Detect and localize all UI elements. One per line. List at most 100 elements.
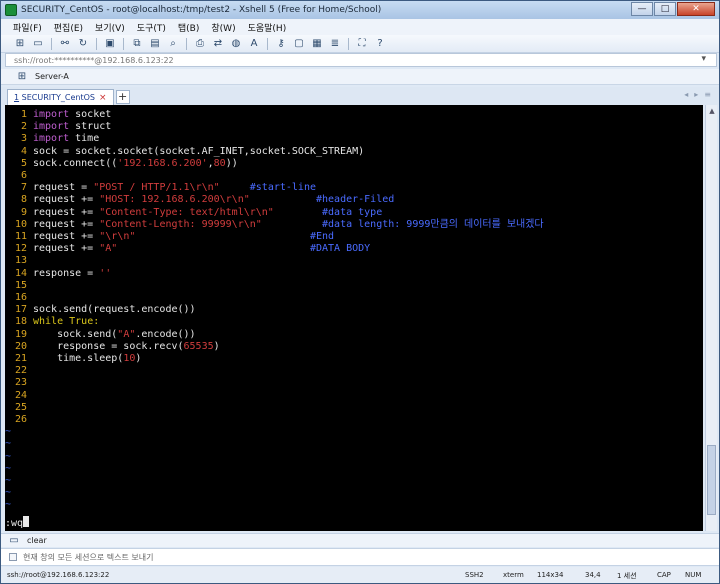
tab-close-icon[interactable]: × [99,93,107,103]
code-line: 24 [5,390,33,402]
toolbar-divider [267,37,268,50]
quick-command-clear[interactable]: clear [27,536,47,545]
open-folder-icon[interactable]: ▭ [31,37,45,50]
toolbar-divider [51,37,52,50]
code-token: sock.send(request.encode()) [33,304,196,316]
scroll-up-icon[interactable]: ▲ [706,105,718,117]
menu-view[interactable]: 보기(V) [95,21,125,34]
menu-window[interactable]: 창(W) [211,21,235,34]
status-sessions: 1 세션 [617,572,637,580]
empty-line-tilde: ~ [5,450,12,462]
tab-menu-icon[interactable]: ≡ [704,90,711,99]
session-manager-icon[interactable]: ⊞ [15,70,29,83]
print-icon[interactable]: ⎙ [193,37,207,50]
terminal-area[interactable]: 1 import socket 2 import struct 3 import time… [5,105,703,531]
properties-icon[interactable]: ▣ [103,37,117,50]
tab-prev-icon[interactable]: ◂ [684,90,688,99]
maximize-button[interactable]: □ [654,2,676,16]
code-line: 18 while True: [5,316,99,328]
code-line: 11 request += "\r\n" #End [5,231,334,243]
terminal-scrollbar[interactable]: ▲ [705,105,717,531]
line-number: 1 [20,109,27,120]
code-token: 80 [213,157,226,169]
code-token: sock.send( [33,328,118,340]
code-token: 65535 [183,340,214,352]
font-icon[interactable]: A [247,37,261,50]
menu-tools[interactable]: 도구(T) [137,21,166,34]
transfer-icon[interactable]: ⇄ [211,37,225,50]
session-bar: ⊞ Server-A [1,69,719,85]
code-token: response = sock.recv( [33,340,184,352]
line-number: 3 [20,133,27,145]
address-bar[interactable]: ssh://root:**********@192.168.6.123:22 ▾ [5,53,717,67]
script-icon[interactable]: ≣ [328,37,342,50]
close-button[interactable]: ✕ [677,2,715,16]
code-token: request += [33,206,100,218]
find-icon[interactable]: ⌕ [166,37,180,50]
menu-tab[interactable]: 탭(B) [178,21,199,34]
tab-security-centos[interactable]: 1 SECURITY_CentOS × [7,89,114,105]
vim-command-text: :wq [5,517,24,529]
code-line: 25 [5,402,33,414]
chevron-down-icon[interactable]: ▾ [701,54,706,64]
line-number: 2 [20,121,27,133]
code-token: "A" [117,328,136,340]
title-bar: SECURITY_CentOS - root@localhost:/tmp/te… [1,1,719,19]
code-token: '192.168.6.200' [117,157,208,169]
line-number: 6 [20,170,27,181]
code-line: 4 sock = socket.socket(socket.AF_INET,soc… [5,146,364,158]
line-number: 20 [14,340,27,352]
line-number: 4 [20,145,27,157]
tab-next-icon[interactable]: ▸ [694,90,698,99]
key-icon[interactable]: ⚷ [274,37,288,50]
reconnect-icon[interactable]: ↻ [76,37,90,50]
menu-file[interactable]: 파일(F) [13,21,42,34]
code-token: struct [69,121,112,133]
scroll-thumb[interactable] [707,445,716,515]
window-controls: — □ ✕ [631,2,715,16]
code-token: socket [69,109,112,120]
compose-menu-icon[interactable] [9,553,17,561]
compose-input[interactable]: 현재 창의 모든 세션으로 텍스트 보내기 [23,552,153,563]
disconnect-icon[interactable]: ⚯ [58,37,72,50]
menu-help[interactable]: 도움말(H) [248,21,287,34]
vim-command-line: :wq [5,515,30,529]
help-icon[interactable]: ? [373,37,387,50]
add-tab-button[interactable]: + [115,90,130,104]
new-session-icon[interactable]: ⊞ [13,37,27,50]
menu-edit[interactable]: 편집(E) [54,21,83,34]
code-token: #data type [322,206,383,218]
code-token: #start-line [249,182,316,194]
toolbar-divider [96,37,97,50]
minimize-button[interactable]: — [631,2,653,16]
compose-bar[interactable]: 현재 창의 모든 세션으로 텍스트 보내기 [1,548,719,566]
line-number: 12 [14,243,27,255]
fullscreen-icon[interactable]: ⛶ [355,37,369,50]
line-number: 10 [14,218,27,230]
lock-icon[interactable]: ▢ [292,37,306,50]
code-line: 2 import struct [5,121,111,133]
code-token: #DATA BODY [309,243,371,255]
code-token: sock.connect(( [33,157,118,169]
code-line: 1 import socket [5,109,111,121]
code-line: 8 request += "HOST: 192.168.6.200\r\n" #h… [5,194,394,206]
line-number: 9 [20,206,27,218]
paste-icon[interactable]: ▤ [148,37,162,50]
code-token: import [33,109,70,120]
code-token: import [33,133,70,145]
code-line: 16 [5,292,33,304]
copy-icon[interactable]: ⧉ [130,37,144,50]
screen-icon[interactable]: ▦ [310,37,324,50]
session-link-server-a[interactable]: Server-A [35,72,69,81]
code-token: time [69,133,100,145]
quick-command-icon[interactable]: ▭ [7,534,21,547]
code-token: "\r\n" [99,231,136,242]
globe-icon[interactable]: ◍ [229,37,243,50]
empty-line-tilde: ~ [5,426,12,438]
tab-bar: 1 SECURITY_CentOS × + ◂ ▸ ≡ [1,87,719,105]
code-line: 9 request += "Content-Type: text/html\r\n… [5,207,382,219]
